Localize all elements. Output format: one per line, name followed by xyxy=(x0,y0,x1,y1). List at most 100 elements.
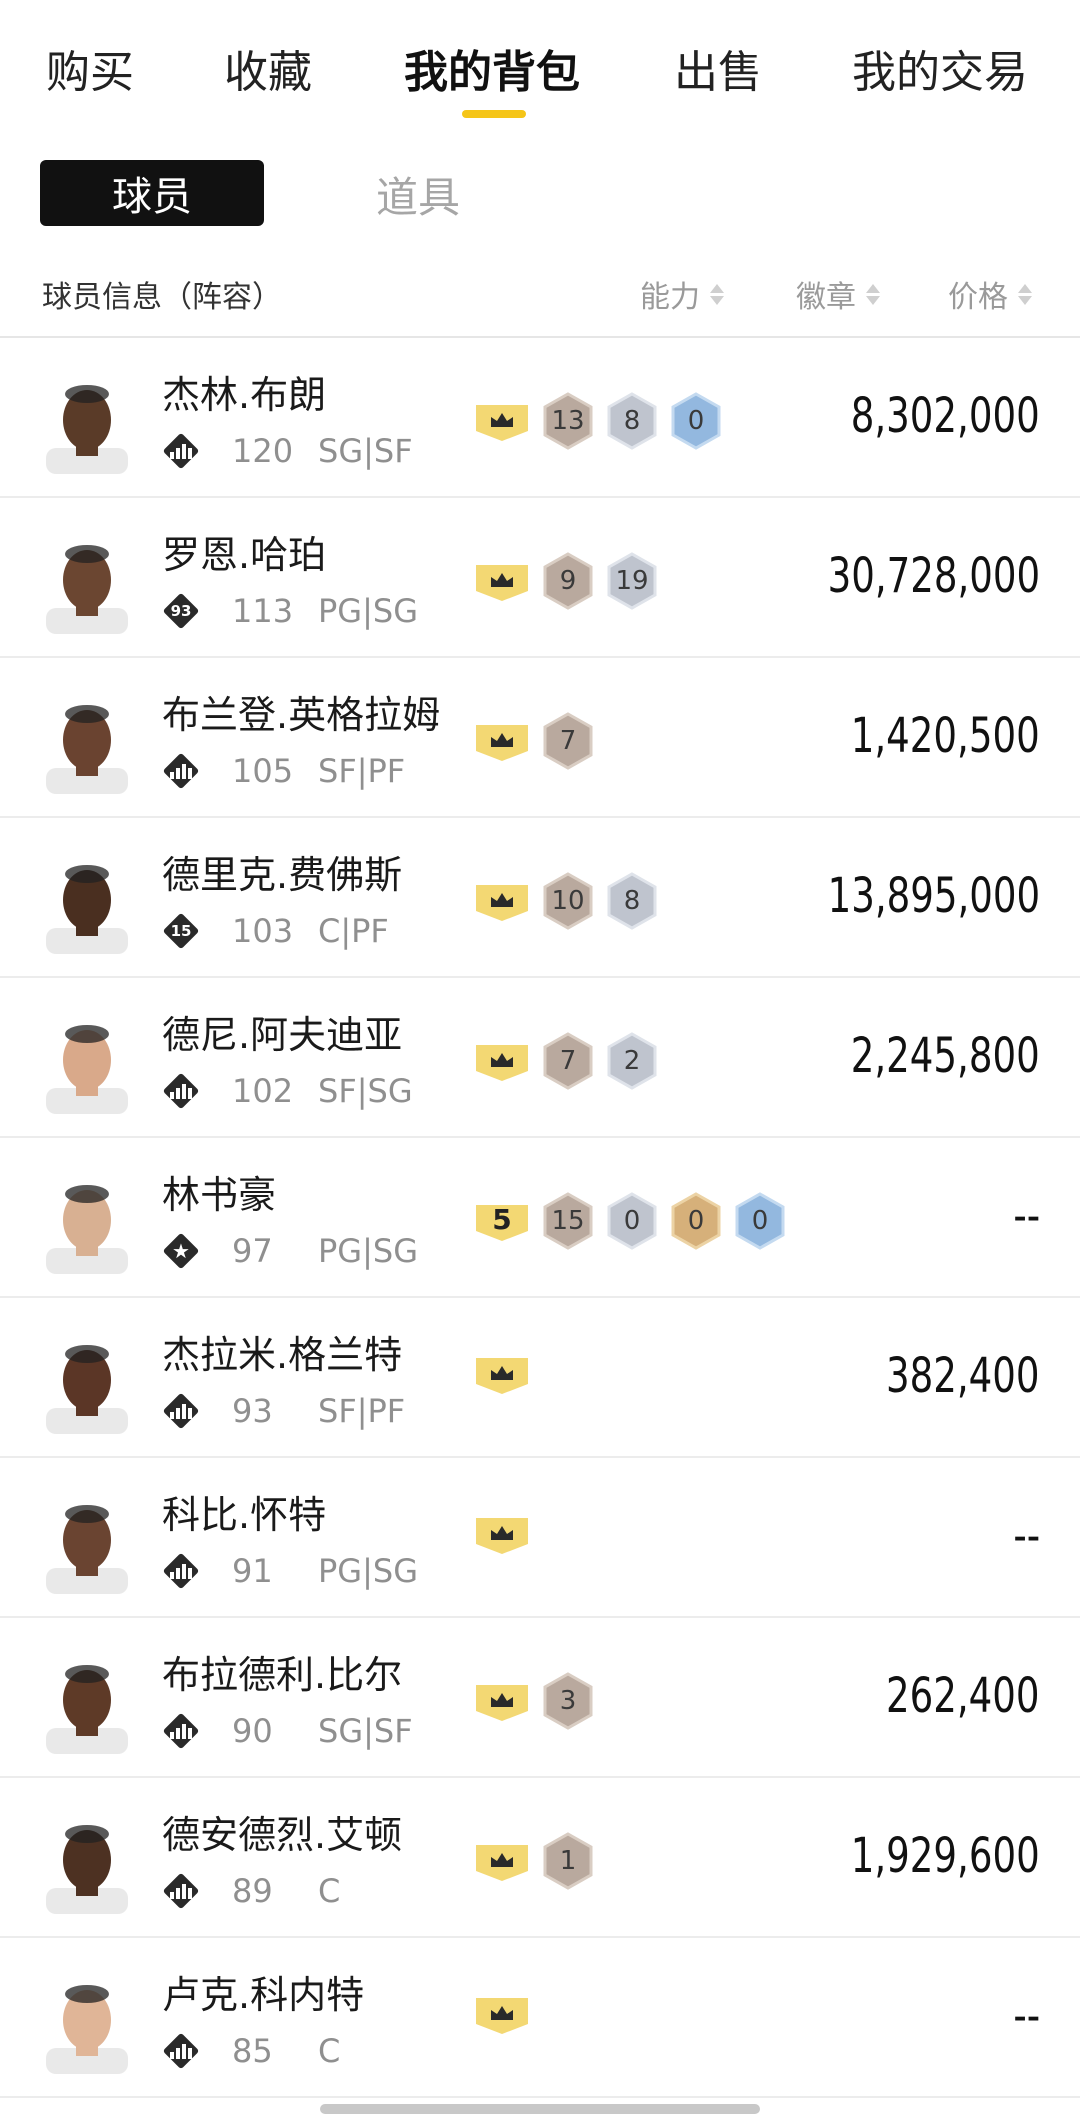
crown-icon xyxy=(474,719,530,763)
player-price: 1,420,500 xyxy=(851,708,1040,764)
header-player-info: 球员信息（阵容） xyxy=(42,280,282,315)
player-badges: 3 xyxy=(474,1672,594,1730)
sort-price-button[interactable]: 价格 xyxy=(948,272,1032,316)
player-avatar xyxy=(38,1816,136,1914)
player-price: -- xyxy=(1013,1508,1040,1564)
player-avatar xyxy=(38,1496,136,1594)
player-positions: SF|PF xyxy=(318,752,406,790)
player-meta: 91 PG|SG xyxy=(162,1552,418,1590)
player-name: 杰拉米.格兰特 xyxy=(162,1333,403,1377)
player-list: 杰林.布朗 120 SG|SF 13 8 0 8,302,000 罗恩.哈珀 93 113… xyxy=(0,338,1080,2098)
number-badge-icon: 93 xyxy=(162,592,200,630)
bronze-badge-icon: 3 xyxy=(542,1672,594,1730)
player-row[interactable]: 布拉德利.比尔 90 SG|SF 3 262,400 xyxy=(0,1618,1080,1778)
player-avatar xyxy=(38,1976,136,2074)
player-positions: PG|SG xyxy=(318,1232,418,1270)
gold-badge-icon: 0 xyxy=(670,1192,722,1250)
player-name: 德里克.费佛斯 xyxy=(162,853,403,897)
player-name: 科比.怀特 xyxy=(162,1493,327,1537)
player-avatar xyxy=(38,376,136,474)
player-row[interactable]: 科比.怀特 91 PG|SG -- xyxy=(0,1458,1080,1618)
player-badges: 10 8 xyxy=(474,872,658,930)
bars-icon xyxy=(162,1072,200,1110)
star-badge-icon: ★ xyxy=(162,1232,200,1270)
blue-badge-icon: 0 xyxy=(670,392,722,450)
player-rating: 120 xyxy=(232,432,294,470)
subtab-items[interactable]: 道具 xyxy=(376,164,460,225)
crown-icon xyxy=(474,879,530,923)
player-name: 德尼.阿夫迪亚 xyxy=(162,1013,403,1057)
player-meta: 15 103 C|PF xyxy=(162,912,389,950)
tab-my-backpack[interactable]: 我的背包 xyxy=(404,36,580,100)
player-row[interactable]: 林书豪 ★ 97 PG|SG 5 15 0 0 0 -- xyxy=(0,1138,1080,1298)
sort-badges-button[interactable]: 徽章 xyxy=(796,272,880,316)
player-meta: 89 C xyxy=(162,1872,340,1910)
crown-icon xyxy=(474,399,530,443)
number-badge-icon: 15 xyxy=(162,912,200,950)
player-price: 382,400 xyxy=(886,1348,1040,1404)
crown-icon xyxy=(474,1039,530,1083)
player-meta: 90 SG|SF xyxy=(162,1712,413,1750)
player-price: 13,895,000 xyxy=(827,868,1040,924)
player-price: 1,929,600 xyxy=(851,1828,1040,1884)
sort-ability-button[interactable]: 能力 xyxy=(640,272,724,316)
player-positions: SF|PF xyxy=(318,1392,406,1430)
player-row[interactable]: 德尼.阿夫迪亚 102 SF|SG 7 2 2,245,800 xyxy=(0,978,1080,1138)
tab-sell[interactable]: 出售 xyxy=(674,36,762,100)
tab-buy[interactable]: 购买 xyxy=(46,36,134,100)
home-indicator xyxy=(320,2104,760,2114)
player-row[interactable]: 罗恩.哈珀 93 113 PG|SG 9 19 30,728,000 xyxy=(0,498,1080,658)
player-row[interactable]: 杰拉米.格兰特 93 SF|PF 382,400 xyxy=(0,1298,1080,1458)
player-avatar xyxy=(38,696,136,794)
player-price: 262,400 xyxy=(886,1668,1040,1724)
player-positions: SF|SG xyxy=(318,1072,413,1110)
tab-my-trades[interactable]: 我的交易 xyxy=(852,36,1028,100)
player-row[interactable]: 卢克.科内特 85 C -- xyxy=(0,1938,1080,2098)
silver-badge-icon: 2 xyxy=(606,1032,658,1090)
bars-icon xyxy=(162,432,200,470)
header-price-label: 价格 xyxy=(948,280,1008,315)
player-price: -- xyxy=(1013,1188,1040,1244)
player-name: 卢克.科内特 xyxy=(162,1973,365,2017)
player-meta: 93 113 PG|SG xyxy=(162,592,418,630)
player-positions: SG|SF xyxy=(318,432,413,470)
top-tab-bar: 购买 收藏 我的背包 出售 我的交易 xyxy=(0,0,1080,130)
header-badges-label: 徽章 xyxy=(796,280,856,315)
player-rating: 97 xyxy=(232,1232,273,1270)
bars-icon xyxy=(162,1392,200,1430)
player-avatar xyxy=(38,536,136,634)
bars-icon xyxy=(162,1552,200,1590)
player-meta: 102 SF|SG xyxy=(162,1072,413,1110)
bars-icon xyxy=(162,1872,200,1910)
player-rating: 113 xyxy=(232,592,294,630)
player-avatar xyxy=(38,1656,136,1754)
player-rating: 89 xyxy=(232,1872,273,1910)
player-price: 8,302,000 xyxy=(851,388,1040,444)
player-meta: ★ 97 PG|SG xyxy=(162,1232,418,1270)
bars-icon xyxy=(162,1712,200,1750)
bronze-badge-icon: 9 xyxy=(542,552,594,610)
crown-icon xyxy=(474,1992,530,2036)
bronze-badge-icon: 13 xyxy=(542,392,594,450)
player-badges: 7 2 xyxy=(474,1032,658,1090)
silver-badge-icon: 19 xyxy=(606,552,658,610)
player-rating: 103 xyxy=(232,912,294,950)
player-badges xyxy=(474,1992,530,2036)
player-avatar xyxy=(38,1176,136,1274)
player-row[interactable]: 布兰登.英格拉姆 105 SF|PF 7 1,420,500 xyxy=(0,658,1080,818)
blue-badge-icon: 0 xyxy=(734,1192,786,1250)
crown-icon xyxy=(474,1352,530,1396)
player-row[interactable]: 德安德烈.艾顿 89 C 1 1,929,600 xyxy=(0,1778,1080,1938)
subtab-players[interactable]: 球员 xyxy=(40,160,264,226)
tab-favorites[interactable]: 收藏 xyxy=(224,36,312,100)
player-positions: C xyxy=(318,1872,341,1910)
player-meta: 93 SF|PF xyxy=(162,1392,405,1430)
player-rating: 93 xyxy=(232,1392,273,1430)
player-positions: PG|SG xyxy=(318,1552,418,1590)
player-avatar xyxy=(38,1336,136,1434)
sort-icon xyxy=(866,283,880,305)
player-row[interactable]: 杰林.布朗 120 SG|SF 13 8 0 8,302,000 xyxy=(0,338,1080,498)
player-rating: 85 xyxy=(232,2032,273,2070)
player-name: 德安德烈.艾顿 xyxy=(162,1813,403,1857)
player-row[interactable]: 德里克.费佛斯 15 103 C|PF 10 8 13,895,000 xyxy=(0,818,1080,978)
